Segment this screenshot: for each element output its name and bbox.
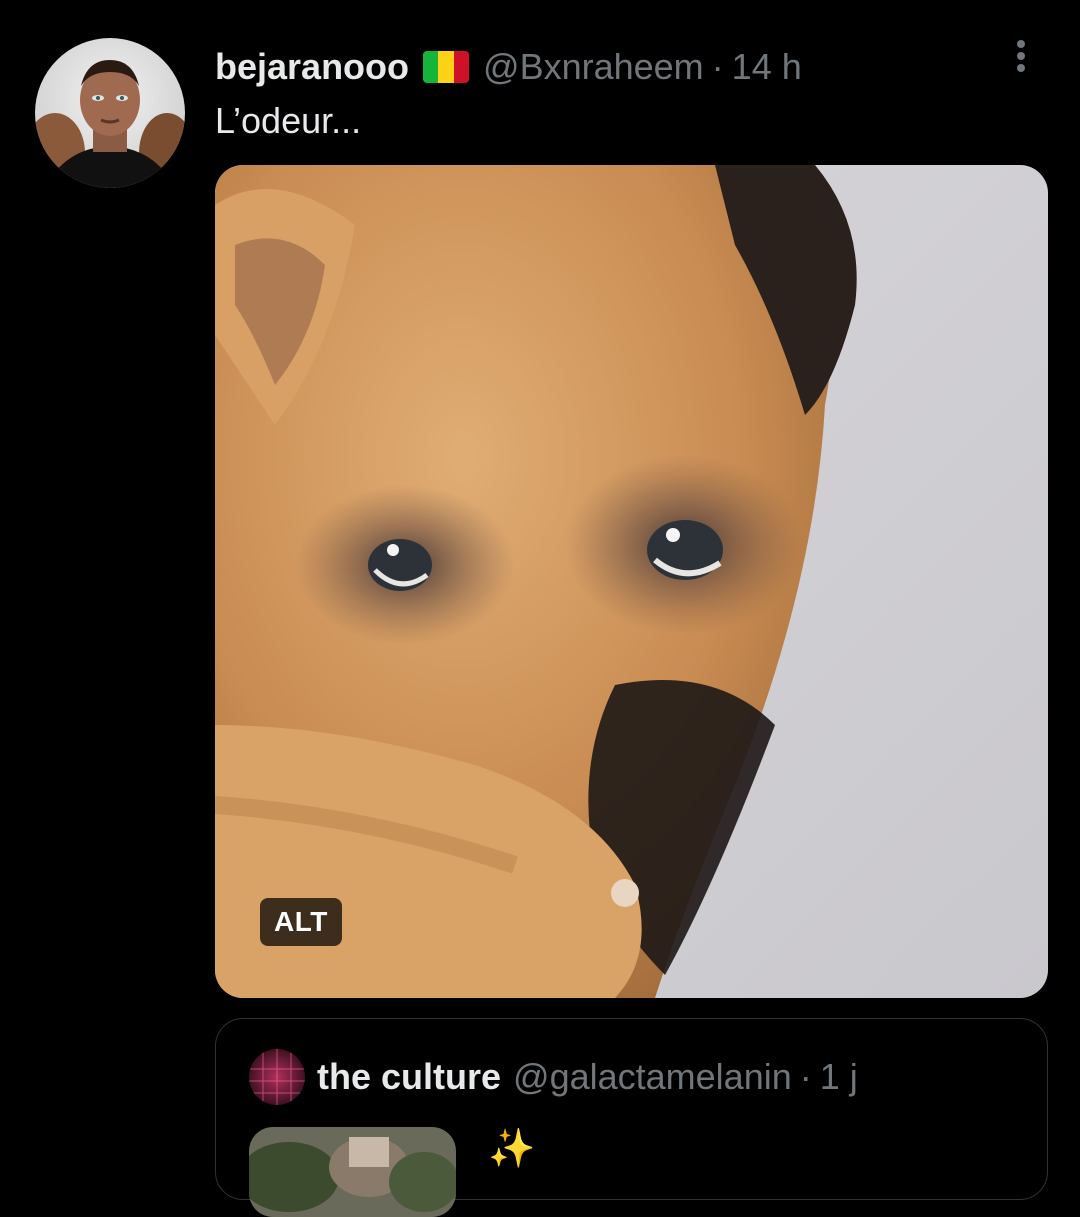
tweet-header: bejaranooo @Bxnraheem · 14 h bbox=[215, 40, 802, 94]
quoted-author-handle[interactable]: @galactamelanin bbox=[513, 1056, 792, 1098]
separator-dot: · bbox=[799, 1056, 812, 1097]
author-display-name[interactable]: bejaranooo bbox=[215, 46, 409, 88]
quoted-tweet-timestamp[interactable]: 1 j bbox=[820, 1056, 858, 1098]
author-handle[interactable]: @Bxnraheem bbox=[483, 46, 704, 88]
separator-dot: · bbox=[711, 46, 724, 87]
quoted-author-display-name[interactable]: the culture bbox=[317, 1056, 501, 1098]
tweet-media[interactable]: ALT bbox=[215, 165, 1048, 998]
alt-text-badge[interactable]: ALT bbox=[260, 898, 342, 946]
quoted-tweet[interactable]: the culture @galactamelanin · 1 j ✨ bbox=[215, 1018, 1048, 1217]
dog-image bbox=[215, 165, 1048, 998]
quoted-tweet-header: the culture @galactamelanin · 1 j bbox=[249, 1049, 858, 1105]
quoted-tweet-media-thumbnail[interactable] bbox=[249, 1127, 456, 1217]
mali-flag-icon bbox=[423, 51, 470, 83]
author-avatar-image bbox=[35, 38, 185, 188]
author-avatar[interactable] bbox=[35, 38, 185, 188]
quoted-author-avatar[interactable] bbox=[249, 1049, 305, 1105]
tweet-text: L’odeur... bbox=[215, 100, 362, 141]
tweet-timestamp[interactable]: 14 h bbox=[732, 46, 802, 88]
tweet[interactable]: bejaranooo @Bxnraheem · 14 h L’odeur... bbox=[0, 0, 1080, 1217]
more-options-icon[interactable] bbox=[1006, 38, 1036, 78]
sparkle-emoji: ✨ bbox=[488, 1128, 536, 1170]
